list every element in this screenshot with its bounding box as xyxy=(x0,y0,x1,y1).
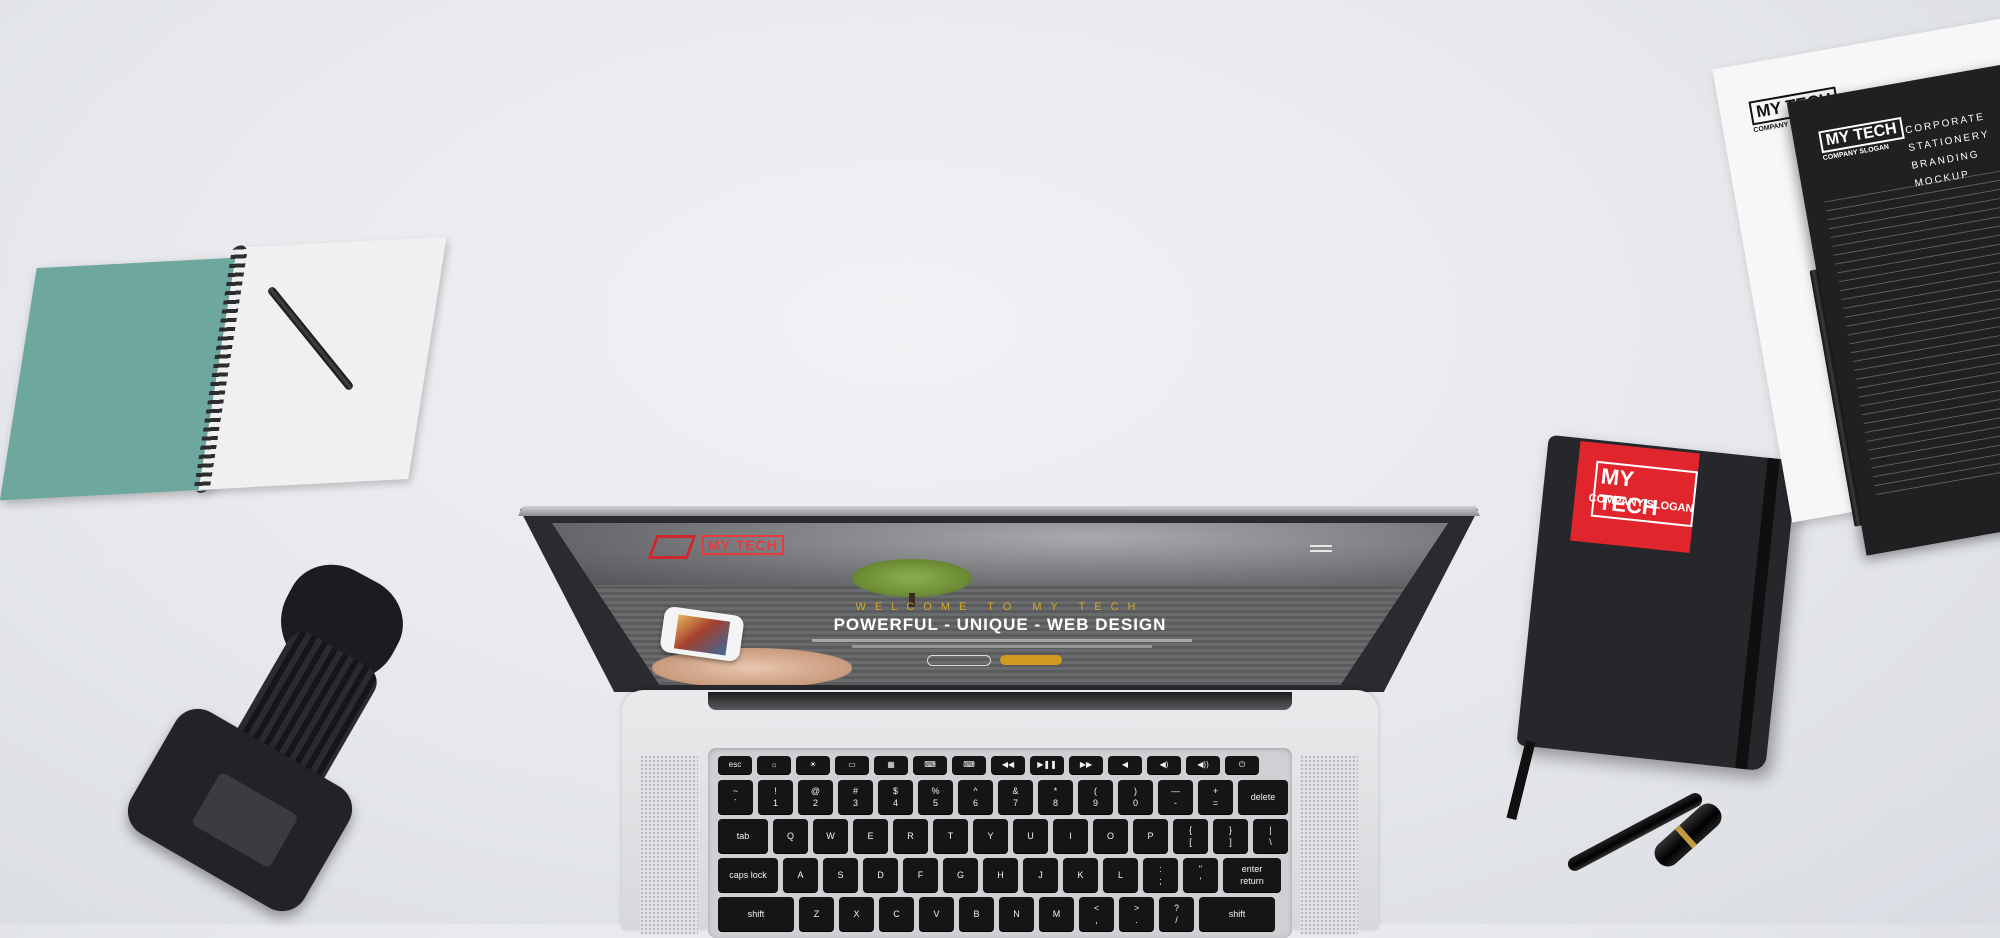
key-<-,[interactable]: < , xyxy=(1079,897,1114,931)
key-⌨[interactable]: ⌨ xyxy=(913,756,947,774)
website-logo[interactable]: MY TECH xyxy=(702,535,784,555)
key-x[interactable]: X xyxy=(839,897,874,931)
key-◀◀[interactable]: ◀◀ xyxy=(991,756,1025,774)
key-◀)[interactable]: ◀) xyxy=(1147,756,1181,774)
key-▭[interactable]: ▭ xyxy=(835,756,869,774)
key-⌨[interactable]: ⌨ xyxy=(952,756,986,774)
key-y[interactable]: Y xyxy=(973,819,1008,853)
key-@-2[interactable]: @ 2 xyxy=(798,780,833,814)
key-*-8[interactable]: * 8 xyxy=(1038,780,1073,814)
key-)-0[interactable]: ) 0 xyxy=(1118,780,1153,814)
key-i[interactable]: I xyxy=(1053,819,1088,853)
key-r[interactable]: R xyxy=(893,819,928,853)
right-speaker-grille xyxy=(1300,755,1358,935)
menu-icon[interactable] xyxy=(1310,545,1332,547)
key-|-\[interactable]: | \ xyxy=(1253,819,1288,853)
website-outline-button[interactable] xyxy=(927,655,991,666)
key-#-3[interactable]: # 3 xyxy=(838,780,873,814)
key-shift[interactable]: shift xyxy=(1199,897,1275,931)
key-v[interactable]: V xyxy=(919,897,954,931)
key-m[interactable]: M xyxy=(1039,897,1074,931)
key-!-1[interactable]: ! 1 xyxy=(758,780,793,814)
key-}-][interactable]: } ] xyxy=(1213,819,1248,853)
bookmark-ribbon xyxy=(1506,739,1536,821)
smartphone-screen xyxy=(673,614,731,656)
key-~-`[interactable]: ~ ` xyxy=(718,780,753,814)
tree-canopy xyxy=(852,559,972,597)
key-—--[interactable]: — - xyxy=(1158,780,1193,814)
key-u[interactable]: U xyxy=(1013,819,1048,853)
key-d[interactable]: D xyxy=(863,858,898,892)
key->-.[interactable]: > . xyxy=(1119,897,1154,931)
key-a[interactable]: A xyxy=(783,858,818,892)
elastic-strap xyxy=(1735,457,1780,770)
key-e[interactable]: E xyxy=(853,819,888,853)
key-◀[interactable]: ◀ xyxy=(1108,756,1142,774)
key-n[interactable]: N xyxy=(999,897,1034,931)
left-speaker-grille xyxy=(640,755,698,935)
key-shift[interactable]: shift xyxy=(718,897,794,931)
key-◀))[interactable]: ◀)) xyxy=(1186,756,1220,774)
key-f[interactable]: F xyxy=(903,858,938,892)
key-☀[interactable]: ☀ xyxy=(796,756,830,774)
laptop-lid-rim xyxy=(518,506,1480,516)
key-z[interactable]: Z xyxy=(799,897,834,931)
laptop-hinge xyxy=(708,692,1292,710)
key-(-9[interactable]: ( 9 xyxy=(1078,780,1113,814)
key-l[interactable]: L xyxy=(1103,858,1138,892)
notebook-label: MY TECH COMPANY SLOGAN xyxy=(1570,441,1700,553)
key-$-4[interactable]: $ 4 xyxy=(878,780,913,814)
key-q[interactable]: Q xyxy=(773,819,808,853)
key-{-[[interactable]: { [ xyxy=(1173,819,1208,853)
spiral-notebook xyxy=(0,236,453,501)
key-p[interactable]: P xyxy=(1133,819,1168,853)
key-▶❚❚[interactable]: ▶❚❚ xyxy=(1030,756,1064,774)
key-c[interactable]: C xyxy=(879,897,914,931)
key-^-6[interactable]: ^ 6 xyxy=(958,780,993,814)
key-s[interactable]: S xyxy=(823,858,858,892)
key-h[interactable]: H xyxy=(983,858,1018,892)
key-esc[interactable]: esc xyxy=(718,756,752,774)
key-k[interactable]: K xyxy=(1063,858,1098,892)
website-subtext xyxy=(852,645,1152,648)
key-⏻[interactable]: ⏻ xyxy=(1225,756,1259,774)
key-:-;[interactable]: : ; xyxy=(1143,858,1178,892)
website-subtext xyxy=(812,639,1192,642)
key-▶▶[interactable]: ▶▶ xyxy=(1069,756,1103,774)
key-%-5[interactable]: % 5 xyxy=(918,780,953,814)
key-g[interactable]: G xyxy=(943,858,978,892)
key-j[interactable]: J xyxy=(1023,858,1058,892)
key-delete[interactable]: delete xyxy=(1238,780,1288,814)
dslr-camera xyxy=(110,548,420,921)
website-gold-button[interactable] xyxy=(1000,655,1062,665)
key-o[interactable]: O xyxy=(1093,819,1128,853)
key-&-7[interactable]: & 7 xyxy=(998,780,1033,814)
key-b[interactable]: B xyxy=(959,897,994,931)
keyboard: esc ☼ ☀ ▭ ▦ ⌨ ⌨ ◀◀ ▶❚❚ ▶▶ ◀ ◀) ◀)) ⏻ ~ `! 1 @ 2 # 3 $ 4%… xyxy=(708,748,1292,938)
key-tab[interactable]: tab xyxy=(718,819,768,853)
key-?-/[interactable]: ? / xyxy=(1159,897,1194,931)
dark-letterhead-body-text xyxy=(1824,170,2000,497)
key-w[interactable]: W xyxy=(813,819,848,853)
laptop-screen: MY TECH WELCOME TO MY TECH POWERFUL - UN… xyxy=(552,523,1448,685)
key-t[interactable]: T xyxy=(933,819,968,853)
key-▦[interactable]: ▦ xyxy=(874,756,908,774)
key-☼[interactable]: ☼ xyxy=(757,756,791,774)
key-caps-lock[interactable]: caps lock xyxy=(718,858,778,892)
key-+-=[interactable]: + = xyxy=(1198,780,1233,814)
key-enter-return[interactable]: enter return xyxy=(1223,858,1281,892)
key-"-'[interactable]: " ' xyxy=(1183,858,1218,892)
